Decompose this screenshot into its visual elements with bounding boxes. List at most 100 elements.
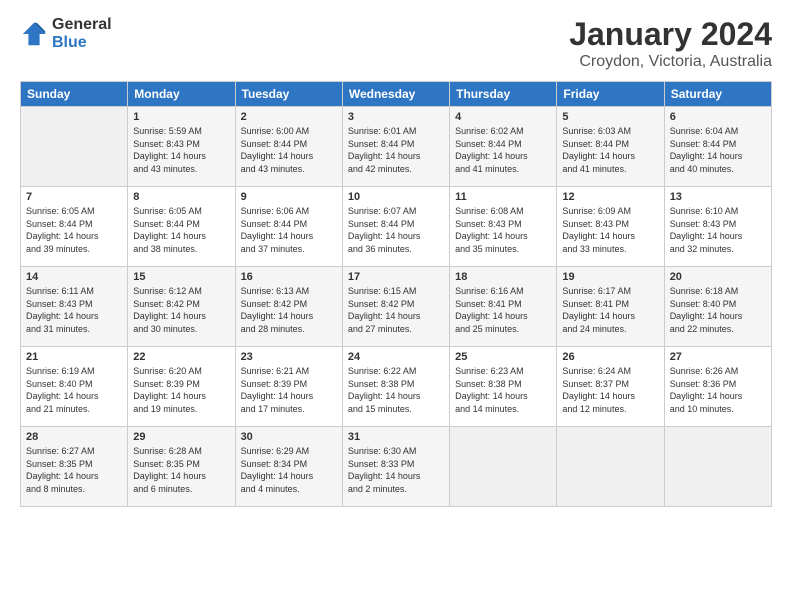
table-row: 23 Sunrise: 6:21 AM Sunset: 8:39 PM Dayli… [235,347,342,427]
day-number: 18 [455,271,551,283]
day-info: Sunrise: 6:21 AM Sunset: 8:39 PM Dayligh… [241,365,337,415]
calendar-table: Sunday Monday Tuesday Wednesday Thursday… [20,81,772,507]
table-row: 6 Sunrise: 6:04 AM Sunset: 8:44 PM Daylig… [664,107,771,187]
day-info: Sunrise: 6:00 AM Sunset: 8:44 PM Dayligh… [241,125,337,175]
day-info: Sunrise: 6:13 AM Sunset: 8:42 PM Dayligh… [241,285,337,335]
day-info: Sunrise: 6:12 AM Sunset: 8:42 PM Dayligh… [133,285,229,335]
day-info: Sunrise: 6:17 AM Sunset: 8:41 PM Dayligh… [562,285,658,335]
day-info: Sunrise: 6:22 AM Sunset: 8:38 PM Dayligh… [348,365,444,415]
table-row: 21Sunrise: 6:19 AM Sunset: 8:40 PM Dayli… [21,347,128,427]
table-row: 12Sunrise: 6:09 AM Sunset: 8:43 PM Dayli… [557,187,664,267]
col-sunday: Sunday [21,82,128,107]
day-info: Sunrise: 6:01 AM Sunset: 8:44 PM Dayligh… [348,125,444,175]
table-row: 27 Sunrise: 6:26 AM Sunset: 8:36 PM Dayli… [664,347,771,427]
table-row: 14 Sunrise: 6:11 AM Sunset: 8:43 PM Dayli… [21,267,128,347]
day-info: Sunrise: 6:24 AM Sunset: 8:37 PM Dayligh… [562,365,658,415]
day-number: 19 [562,271,658,283]
day-number: 16 [241,271,337,283]
day-number: 31 [348,431,444,443]
day-info: Sunrise: 6:02 AM Sunset: 8:44 PM Dayligh… [455,125,551,175]
day-info: Sunrise: 6:27 AM Sunset: 8:35 PM Dayligh… [26,445,122,495]
day-number: 24 [348,351,444,363]
day-number: 7 [26,191,122,203]
day-info: Sunrise: 6:16 AM Sunset: 8:41 PM Dayligh… [455,285,551,335]
day-number: 25 [455,351,551,363]
day-info: Sunrise: 6:11 AM Sunset: 8:43 PM Dayligh… [26,285,122,335]
page: General Blue January 2024 Croydon, Victo… [0,0,792,517]
day-number: 14 [26,271,122,283]
table-row: 28 Sunrise: 6:27 AM Sunset: 8:35 PM Dayli… [21,427,128,507]
day-number: 1 [133,111,229,123]
day-number: 3 [348,111,444,123]
day-number: 13 [670,191,766,203]
day-info: Sunrise: 6:26 AM Sunset: 8:36 PM Dayligh… [670,365,766,415]
table-row: 11 Sunrise: 6:08 AM Sunset: 8:43 PM Dayli… [450,187,557,267]
day-info: Sunrise: 6:15 AM Sunset: 8:42 PM Dayligh… [348,285,444,335]
day-info: Sunrise: 6:07 AM Sunset: 8:44 PM Dayligh… [348,205,444,255]
day-number: 27 [670,351,766,363]
day-info: Sunrise: 6:20 AM Sunset: 8:39 PM Dayligh… [133,365,229,415]
month-title: January 2024 [569,16,772,53]
day-info: Sunrise: 6:06 AM Sunset: 8:44 PM Dayligh… [241,205,337,255]
table-row: 15 Sunrise: 6:12 AM Sunset: 8:42 PM Dayli… [128,267,235,347]
day-info: Sunrise: 5:59 AM Sunset: 8:43 PM Dayligh… [133,125,229,175]
table-row: 16 Sunrise: 6:13 AM Sunset: 8:42 PM Dayli… [235,267,342,347]
day-info: Sunrise: 6:08 AM Sunset: 8:43 PM Dayligh… [455,205,551,255]
logo-text: General Blue [52,16,112,51]
table-row: 17Sunrise: 6:15 AM Sunset: 8:42 PM Dayli… [342,267,449,347]
day-number: 20 [670,271,766,283]
day-number: 30 [241,431,337,443]
table-row: 8 Sunrise: 6:05 AM Sunset: 8:44 PM Daylig… [128,187,235,267]
table-row: 22 Sunrise: 6:20 AM Sunset: 8:39 PM Dayli… [128,347,235,427]
header-row: Sunday Monday Tuesday Wednesday Thursday… [21,82,772,107]
table-row: 10 Sunrise: 6:07 AM Sunset: 8:44 PM Dayli… [342,187,449,267]
day-info: Sunrise: 6:23 AM Sunset: 8:38 PM Dayligh… [455,365,551,415]
table-row: 25 Sunrise: 6:23 AM Sunset: 8:38 PM Dayli… [450,347,557,427]
table-row: 29 Sunrise: 6:28 AM Sunset: 8:35 PM Dayli… [128,427,235,507]
logo-icon [20,20,48,48]
col-monday: Monday [128,82,235,107]
table-row: 2 Sunrise: 6:00 AM Sunset: 8:44 PM Daylig… [235,107,342,187]
table-row: 31 Sunrise: 6:30 AM Sunset: 8:33 PM Dayli… [342,427,449,507]
table-row: 1 Sunrise: 5:59 AM Sunset: 8:43 PM Daylig… [128,107,235,187]
table-row: 19 Sunrise: 6:17 AM Sunset: 8:41 PM Dayli… [557,267,664,347]
day-info: Sunrise: 6:29 AM Sunset: 8:34 PM Dayligh… [241,445,337,495]
day-info: Sunrise: 6:04 AM Sunset: 8:44 PM Dayligh… [670,125,766,175]
table-row: 26 Sunrise: 6:24 AM Sunset: 8:37 PM Dayli… [557,347,664,427]
day-number: 8 [133,191,229,203]
day-info: Sunrise: 6:03 AM Sunset: 8:44 PM Dayligh… [562,125,658,175]
day-info: Sunrise: 6:05 AM Sunset: 8:44 PM Dayligh… [133,205,229,255]
col-friday: Friday [557,82,664,107]
table-row: 9Sunrise: 6:06 AM Sunset: 8:44 PM Daylig… [235,187,342,267]
table-row: 4 Sunrise: 6:02 AM Sunset: 8:44 PM Daylig… [450,107,557,187]
col-saturday: Saturday [664,82,771,107]
header: General Blue January 2024 Croydon, Victo… [20,16,772,71]
day-info: Sunrise: 6:09 AM Sunset: 8:43 PM Dayligh… [562,205,658,255]
table-row: 3 Sunrise: 6:01 AM Sunset: 8:44 PM Daylig… [342,107,449,187]
col-wednesday: Wednesday [342,82,449,107]
day-number: 6 [670,111,766,123]
col-thursday: Thursday [450,82,557,107]
day-info: Sunrise: 6:28 AM Sunset: 8:35 PM Dayligh… [133,445,229,495]
day-info: Sunrise: 6:30 AM Sunset: 8:33 PM Dayligh… [348,445,444,495]
table-row: 30 Sunrise: 6:29 AM Sunset: 8:34 PM Dayli… [235,427,342,507]
day-number: 10 [348,191,444,203]
day-number: 28 [26,431,122,443]
table-row: 20 Sunrise: 6:18 AM Sunset: 8:40 PM Dayli… [664,267,771,347]
table-row: 18 Sunrise: 6:16 AM Sunset: 8:41 PM Dayli… [450,267,557,347]
col-tuesday: Tuesday [235,82,342,107]
day-number: 21 [26,351,122,363]
day-number: 2 [241,111,337,123]
day-number: 15 [133,271,229,283]
day-number: 22 [133,351,229,363]
day-info: Sunrise: 6:18 AM Sunset: 8:40 PM Dayligh… [670,285,766,335]
day-number: 4 [455,111,551,123]
day-number: 11 [455,191,551,203]
day-number: 23 [241,351,337,363]
table-row [450,427,557,507]
day-number: 26 [562,351,658,363]
day-number: 29 [133,431,229,443]
logo: General Blue [20,16,112,51]
table-row [557,427,664,507]
day-info: Sunrise: 6:10 AM Sunset: 8:43 PM Dayligh… [670,205,766,255]
